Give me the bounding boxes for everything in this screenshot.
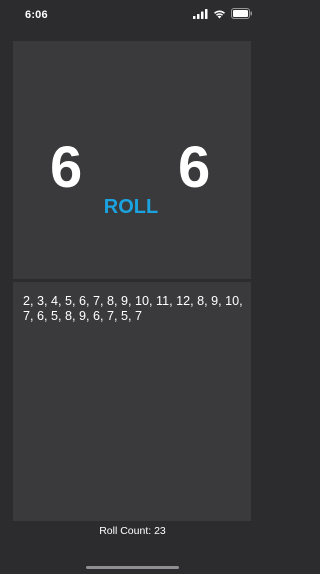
left-die-value: 6	[50, 135, 83, 200]
status-icons	[193, 8, 253, 22]
roll-count-label: Roll Count: 23	[99, 525, 166, 537]
signal-icon	[193, 6, 208, 24]
home-indicator[interactable]	[86, 566, 179, 569]
status-time: 6:06	[25, 9, 48, 21]
status-bar: 6:06	[0, 0, 265, 40]
dice-panel: 6 6 ROLL	[13, 41, 251, 279]
right-die-value: 6	[178, 135, 211, 200]
roll-button[interactable]: ROLL	[85, 193, 177, 221]
history-panel: 2, 3, 4, 5, 6, 7, 8, 9, 10, 11, 12, 8, 9…	[13, 282, 251, 521]
battery-icon	[231, 6, 253, 24]
wifi-icon	[213, 6, 226, 24]
roll-history-text: 2, 3, 4, 5, 6, 7, 8, 9, 10, 11, 12, 8, 9…	[23, 294, 243, 323]
